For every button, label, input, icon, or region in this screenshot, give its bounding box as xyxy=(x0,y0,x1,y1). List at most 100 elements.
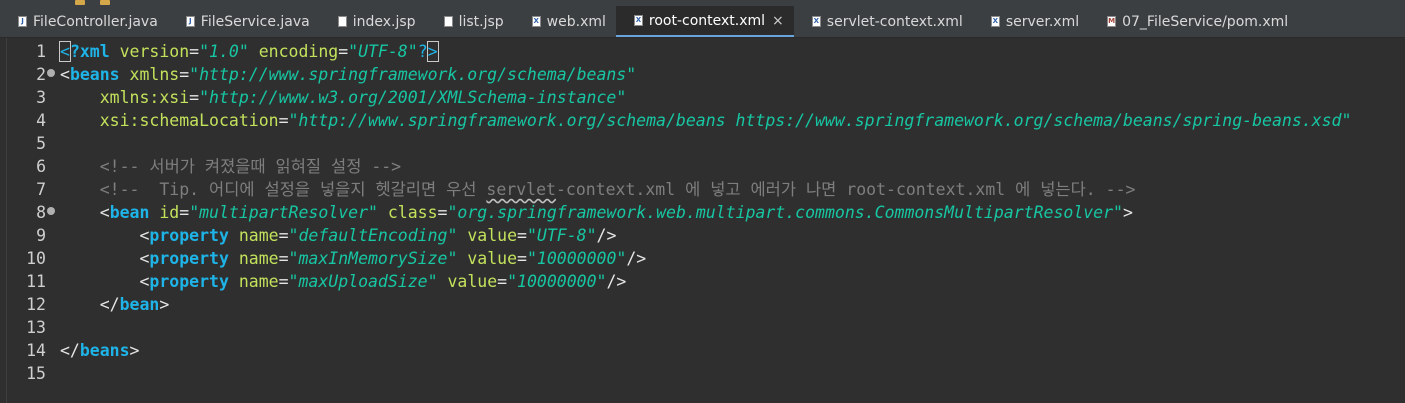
code-token: "http://www.springframework.org/schema/b… xyxy=(189,65,637,84)
tab-label: FileController.java xyxy=(33,13,158,30)
code-text: <bean id="multipartResolver" class="org.… xyxy=(60,201,1133,224)
toolbar-folder-icon[interactable] xyxy=(100,0,110,5)
jsp-file-icon xyxy=(443,16,453,27)
tab-list-jsp[interactable]: list.jsp xyxy=(426,6,514,37)
line-number: 10 xyxy=(26,249,46,268)
code-token: "http://www.w3.org/2001/XMLSchema-instan… xyxy=(199,88,627,107)
code-line[interactable]: 11 <property name="maxUploadSize" value=… xyxy=(0,270,1405,293)
tab-filecontroller-java[interactable]: J FileController.java xyxy=(0,6,168,37)
code-text: <property name="maxUploadSize" value="10… xyxy=(60,270,626,293)
code-editor[interactable]: 1 <?xml version="1.0" encoding="UTF-8"?> 2… xyxy=(0,38,1405,403)
line-number: 12 xyxy=(26,295,46,314)
code-line[interactable]: 2 <beans xmlns="http://www.springframewor… xyxy=(0,63,1405,86)
code-token: /> xyxy=(626,249,647,268)
tab-fileservice-java[interactable]: J FileService.java xyxy=(168,6,320,37)
code-token: version xyxy=(119,42,190,61)
code-token: "http://www.springframework.org/schema/b… xyxy=(288,111,1352,130)
tab-label: servlet-context.xml xyxy=(826,13,963,30)
code-token: < xyxy=(139,249,150,268)
code-token: </ xyxy=(99,295,120,314)
code-token: xsi:schemaLocation xyxy=(99,111,279,130)
tab-server-xml[interactable]: Xserver.xml xyxy=(973,6,1089,37)
code-token: id xyxy=(159,203,180,222)
code-token: > xyxy=(426,41,439,62)
code-token: "org.springframework.web.multipart.commo… xyxy=(447,203,1123,222)
code-text: <!-- 서버가 켜졌을때 읽혀질 설정 --> xyxy=(60,155,401,178)
tab-07-fileservice-pom-xml[interactable]: M 07_FileService/pom.xml xyxy=(1089,6,1298,37)
code-token: "defaultEncoding" xyxy=(288,226,458,245)
code-token: beans xyxy=(69,65,120,84)
code-text: xsi:schemaLocation="http://www.springfra… xyxy=(60,109,1352,132)
code-line[interactable]: 1 <?xml version="1.0" encoding="UTF-8"?> xyxy=(0,40,1405,63)
line-number: 1 xyxy=(36,42,46,61)
code-line[interactable]: 3 xmlns:xsi="http://www.w3.org/2001/XMLS… xyxy=(0,86,1405,109)
editor-tab-bar: J FileController.java J FileService.java ind… xyxy=(0,6,1405,38)
code-token: = xyxy=(517,226,527,245)
code-token: -context.xml 에 넣고 에러가 나면 root-context.xm… xyxy=(555,180,1136,199)
tab-index-jsp[interactable]: index.jsp xyxy=(320,6,426,37)
code-token: <!-- Tip. 어디에 설정을 넣을지 헷갈리면 우선 xyxy=(99,180,487,199)
code-token: class xyxy=(387,203,438,222)
code-token: xmlns:xsi xyxy=(99,88,190,107)
code-text: </bean> xyxy=(60,293,170,316)
toolbar-folder-icon[interactable] xyxy=(75,0,85,5)
code-line[interactable]: 5 xyxy=(0,132,1405,155)
code-line[interactable]: 13 xyxy=(0,316,1405,339)
code-line[interactable]: 14 </beans> xyxy=(0,339,1405,362)
maven-pom-icon: M xyxy=(1107,16,1117,27)
code-token: = xyxy=(437,203,448,222)
tab-label: list.jsp xyxy=(458,13,504,30)
line-number: 8 xyxy=(36,203,46,222)
code-token: = xyxy=(338,42,349,61)
java-file-icon: J xyxy=(185,16,195,27)
code-token: = xyxy=(179,65,190,84)
tab-label: server.xml xyxy=(1005,13,1080,30)
code-token: property xyxy=(149,226,229,245)
code-line[interactable]: 4 xsi:schemaLocation="http://www.springf… xyxy=(0,109,1405,132)
code-token: "maxInMemorySize" xyxy=(288,249,458,268)
code-token: "1.0" xyxy=(199,42,249,61)
code-line[interactable]: 10 <property name="maxInMemorySize" valu… xyxy=(0,247,1405,270)
code-line[interactable]: 7 <!-- Tip. 어디에 설정을 넣을지 헷갈리면 우선 servlet-… xyxy=(0,178,1405,201)
code-token: ?xml xyxy=(69,42,110,61)
code-line[interactable]: 15 xyxy=(0,362,1405,385)
code-line[interactable]: 12 </bean> xyxy=(0,293,1405,316)
code-text: <beans xmlns="http://www.springframework… xyxy=(60,63,636,86)
code-token: name xyxy=(238,249,279,268)
tab-root-context-xml[interactable]: Xroot-context.xml × xyxy=(615,6,794,37)
code-token: = xyxy=(278,272,289,291)
tab-label: index.jsp xyxy=(352,13,416,30)
tab-label: 07_FileService/pom.xml xyxy=(1122,13,1289,30)
code-line[interactable]: 9 <property name="defaultEncoding" value… xyxy=(0,224,1405,247)
code-token: property xyxy=(149,272,229,291)
line-number: 5 xyxy=(36,134,46,153)
fold-toggle-icon[interactable] xyxy=(47,207,55,215)
tab-servlet-context-xml[interactable]: Xservlet-context.xml xyxy=(794,6,973,37)
code-token: > xyxy=(129,341,140,360)
xml-file-icon: X xyxy=(531,16,541,27)
tab-web-xml[interactable]: Xweb.xml xyxy=(514,6,616,37)
ide-window: J FileController.java J FileService.java ind… xyxy=(0,0,1405,403)
fold-toggle-icon[interactable] xyxy=(47,69,55,77)
code-line[interactable]: 8 <bean id="multipartResolver" class="or… xyxy=(0,201,1405,224)
code-line[interactable]: 6 <!-- 서버가 켜졌을때 읽혀질 설정 --> xyxy=(0,155,1405,178)
code-token: = xyxy=(278,111,289,130)
code-token: < xyxy=(59,41,71,62)
code-token: < xyxy=(99,203,110,222)
close-icon[interactable]: × xyxy=(772,13,784,29)
code-token: = xyxy=(179,203,190,222)
code-token: /> xyxy=(606,272,627,291)
